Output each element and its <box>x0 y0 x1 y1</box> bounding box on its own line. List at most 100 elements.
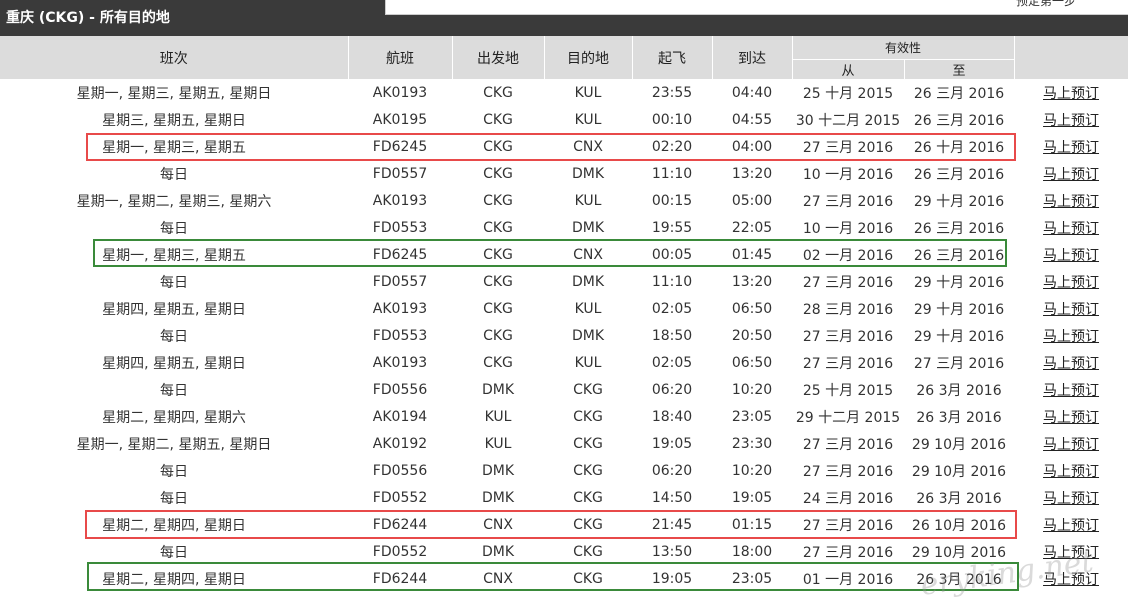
row-arrive-time: 18:00 <box>731 543 773 560</box>
col-header-flight: 航班 <box>348 36 453 79</box>
row-origin: CKG <box>483 138 513 155</box>
row-arrive-time: 23:05 <box>731 408 773 425</box>
table-row: 星期一, 星期二, 星期五, 星期日 AK0192 KUL CKG 19:05 23:30… <box>0 430 1128 457</box>
row-valid-to: 29 十月 2016 <box>913 328 1005 345</box>
book-now-link[interactable]: 马上预订 <box>1043 518 1099 534</box>
row-origin: CKG <box>483 273 513 290</box>
row-depart-time: 19:05 <box>651 570 693 587</box>
row-days: 每日 <box>160 166 188 183</box>
row-days: 星期四, 星期五, 星期日 <box>102 301 246 318</box>
row-origin: DMK <box>481 543 515 560</box>
book-cell: 马上预订 <box>1014 133 1128 160</box>
row-days: 星期三, 星期五, 星期日 <box>102 112 246 129</box>
row-flight-number: FD0557 <box>372 165 428 182</box>
book-now-link[interactable]: 马上预订 <box>1043 248 1099 264</box>
row-depart-time: 06:20 <box>651 381 693 398</box>
row-days: 星期二, 星期四, 星期日 <box>102 517 246 534</box>
row-arrive-time: 04:55 <box>731 111 773 128</box>
book-now-link[interactable]: 马上预订 <box>1043 356 1099 372</box>
book-now-link[interactable]: 马上预订 <box>1043 140 1099 156</box>
book-now-link[interactable]: 马上预订 <box>1043 464 1099 480</box>
row-days: 星期一, 星期三, 星期五 <box>102 139 246 156</box>
table-row: 每日 FD0556 DMK CKG 06:20 10:20 27 三月 2016 29 10月… <box>0 457 1128 484</box>
row-valid-from: 28 三月 2016 <box>802 301 894 318</box>
book-now-link[interactable]: 马上预订 <box>1043 491 1099 507</box>
book-now-link[interactable]: 马上预订 <box>1043 329 1099 345</box>
row-days: 星期二, 星期四, 星期六 <box>102 409 246 426</box>
row-days: 星期二, 星期四, 星期日 <box>102 571 246 588</box>
book-now-link[interactable]: 马上预订 <box>1043 437 1099 453</box>
row-valid-from: 27 三月 2016 <box>802 463 894 480</box>
schedule-rows: 星期一, 星期三, 星期五, 星期日 AK0193 CKG KUL 23:55 04:40… <box>0 79 1128 592</box>
row-depart-time: 11:10 <box>651 273 693 290</box>
col-header-origin: 出发地 <box>452 36 545 79</box>
table-row: 每日 FD0553 CKG DMK 18:50 20:50 27 三月 2016 29 十月 … <box>0 322 1128 349</box>
row-days: 星期四, 星期五, 星期日 <box>102 355 246 372</box>
row-valid-from: 01 一月 2016 <box>802 571 894 588</box>
row-flight-number: FD0552 <box>372 489 428 506</box>
table-row: 星期三, 星期五, 星期日 AK0195 CKG KUL 00:10 04:55 30 十二… <box>0 106 1128 133</box>
table-row: 星期二, 星期四, 星期日 FD6244 CNX CKG 19:05 23:05 01 一月… <box>0 565 1128 592</box>
col-header-days: 班次 <box>0 36 349 79</box>
table-row: 星期四, 星期五, 星期日 AK0193 CKG KUL 02:05 06:50 27 三月… <box>0 349 1128 376</box>
book-now-link[interactable]: 马上预订 <box>1043 383 1099 399</box>
book-cell: 马上预订 <box>1014 106 1128 133</box>
table-row: 每日 FD0552 DMK CKG 14:50 19:05 24 三月 2016 26 3月 … <box>0 484 1128 511</box>
row-days: 每日 <box>160 382 188 399</box>
row-arrive-time: 23:05 <box>731 570 773 587</box>
table-row: 每日 FD0557 CKG DMK 11:10 13:20 10 一月 2016 26 三月 … <box>0 160 1128 187</box>
row-flight-number: AK0193 <box>372 354 428 371</box>
row-valid-to: 26 10月 2016 <box>911 517 1007 534</box>
row-flight-number: FD6245 <box>372 138 428 155</box>
row-valid-from: 27 三月 2016 <box>802 544 894 561</box>
book-now-link[interactable]: 马上预订 <box>1043 113 1099 129</box>
table-row: 星期一, 星期三, 星期五 FD6245 CKG CNX 02:20 04:00 27 三月… <box>0 133 1128 160</box>
row-valid-to: 29 十月 2016 <box>913 301 1005 318</box>
book-now-link[interactable]: 马上预订 <box>1043 194 1099 210</box>
row-depart-time: 00:05 <box>651 246 693 263</box>
col-header-book <box>1014 36 1128 79</box>
row-valid-to: 26 3月 2016 <box>916 382 1002 399</box>
row-depart-time: 02:05 <box>651 300 693 317</box>
row-valid-from: 27 三月 2016 <box>802 193 894 210</box>
book-now-link[interactable]: 马上预订 <box>1043 572 1099 588</box>
book-cell: 马上预订 <box>1014 565 1128 592</box>
row-origin: CNX <box>483 570 513 587</box>
row-origin: CKG <box>483 246 513 263</box>
row-arrive-time: 13:20 <box>731 273 773 290</box>
row-flight-number: FD6244 <box>372 570 428 587</box>
table-row: 星期二, 星期四, 星期日 FD6244 CNX CKG 21:45 01:15 27 三月… <box>0 511 1128 538</box>
row-origin: DMK <box>481 489 515 506</box>
book-cell: 马上预订 <box>1014 484 1128 511</box>
row-depart-time: 00:10 <box>651 111 693 128</box>
book-now-link[interactable]: 马上预订 <box>1043 221 1099 237</box>
row-valid-from: 30 十二月 2015 <box>795 112 901 129</box>
row-arrive-time: 06:50 <box>731 354 773 371</box>
row-depart-time: 02:05 <box>651 354 693 371</box>
row-destination: KUL <box>574 84 602 101</box>
title-bar: 重庆 (CKG) - 所有目的地 预定第一步 <box>0 0 1128 36</box>
top-panel: 预定第一步 <box>385 0 1128 15</box>
row-valid-to: 26 三月 2016 <box>913 166 1005 183</box>
book-now-link[interactable]: 马上预订 <box>1043 86 1099 102</box>
row-days: 每日 <box>160 328 188 345</box>
row-origin: CKG <box>483 192 513 209</box>
row-origin: CKG <box>483 354 513 371</box>
row-origin: KUL <box>484 435 512 452</box>
row-days: 每日 <box>160 490 188 507</box>
book-now-link[interactable]: 马上预订 <box>1043 167 1099 183</box>
row-valid-from: 10 一月 2016 <box>802 220 894 237</box>
book-cell: 马上预订 <box>1014 160 1128 187</box>
page-title: 重庆 (CKG) - 所有目的地 <box>6 10 170 26</box>
row-flight-number: AK0193 <box>372 84 428 101</box>
row-destination: DMK <box>571 327 605 344</box>
book-cell: 马上预订 <box>1014 214 1128 241</box>
book-now-link[interactable]: 马上预订 <box>1043 302 1099 318</box>
col-header-valid-from: 从 <box>792 59 905 79</box>
book-cell: 马上预订 <box>1014 295 1128 322</box>
book-now-link[interactable]: 马上预订 <box>1043 275 1099 291</box>
book-now-link[interactable]: 马上预订 <box>1043 410 1099 426</box>
row-days: 星期一, 星期二, 星期五, 星期日 <box>76 436 272 453</box>
book-now-link[interactable]: 马上预订 <box>1043 545 1099 561</box>
row-arrive-time: 23:30 <box>731 435 773 452</box>
